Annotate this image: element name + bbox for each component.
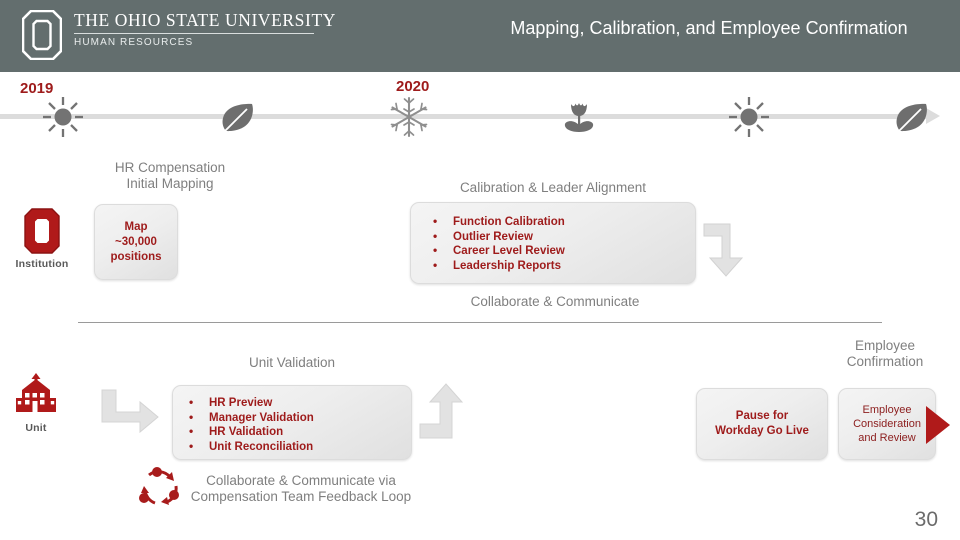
leaf-icon	[888, 94, 934, 140]
employee-confirmation-label: Employee Confirmation	[820, 338, 950, 370]
elbow-arrow-right-icon	[100, 388, 164, 443]
slide-header: THE OHIO STATE UNIVERSITY HUMAN RESOURCE…	[0, 0, 960, 72]
employee-review-text: Employee Consideration and Review	[853, 403, 921, 445]
department-name: HUMAN RESOURCES	[74, 37, 194, 48]
snowflake-icon	[386, 94, 432, 140]
feedback-loop-label-line1: Collaborate & Communicate via	[206, 473, 396, 488]
hr-compensation-label: HR Compensation Initial Mapping	[70, 160, 270, 192]
block-o-icon	[21, 9, 63, 61]
unit-entity: Unit	[2, 372, 70, 434]
list-item: Leadership Reports	[433, 258, 565, 274]
logo-text-block: THE OHIO STATE UNIVERSITY HUMAN RESOURCE…	[74, 10, 336, 48]
feedback-loop-label-line2: Compensation Team Feedback Loop	[190, 489, 412, 504]
tulip-icon	[556, 94, 602, 140]
list-item: Career Level Review	[433, 243, 565, 259]
logo-divider	[74, 33, 314, 34]
slide-canvas: THE OHIO STATE UNIVERSITY HUMAN RESOURCE…	[0, 0, 960, 540]
timeline-year-2020: 2020	[396, 78, 430, 95]
map-positions-box[interactable]: Map ~30,000 positions	[94, 204, 178, 280]
employee-box-line1: Employee	[862, 404, 912, 416]
pause-box-line1: Pause for	[735, 410, 789, 422]
employee-confirmation-label-line1: Employee	[854, 338, 916, 353]
employee-confirmation-label-line2: Confirmation	[846, 354, 924, 369]
leaf-icon	[214, 94, 260, 140]
page-number: 30	[914, 508, 938, 531]
feedback-loop-label: Collaborate & Communicate via Compensati…	[176, 473, 426, 505]
list-item: Function Calibration	[433, 214, 565, 230]
unit-validation-box[interactable]: HR Preview Manager Validation HR Validat…	[172, 385, 412, 460]
red-chevron-right-icon	[926, 404, 952, 451]
calibration-box[interactable]: Function Calibration Outlier Review Care…	[410, 202, 696, 284]
unit-validation-list: HR Preview Manager Validation HR Validat…	[189, 395, 314, 455]
calibration-list: Function Calibration Outlier Review Care…	[433, 214, 565, 274]
block-o-icon	[8, 208, 76, 256]
timeline-track	[0, 114, 930, 119]
list-item: Unit Reconciliation	[189, 439, 314, 455]
list-item: Outlier Review	[433, 229, 565, 245]
sun-icon	[40, 94, 86, 140]
page-title: Mapping, Calibration, and Employee Confi…	[510, 18, 908, 38]
list-item: HR Preview	[189, 395, 314, 411]
season-timeline: 2019 2020	[0, 72, 960, 150]
collaborate-communicate-label: Collaborate & Communicate	[470, 294, 640, 309]
institution-entity: Institution	[8, 208, 76, 270]
pause-workday-box[interactable]: Pause for Workday Go Live	[696, 388, 828, 460]
list-item: HR Validation	[189, 424, 314, 440]
list-item: Manager Validation	[189, 410, 314, 426]
institution-caption: Institution	[15, 258, 69, 270]
map-box-line3: positions	[110, 250, 162, 263]
pause-workday-text: Pause for Workday Go Live	[715, 409, 809, 439]
unit-validation-label: Unit Validation	[248, 355, 336, 370]
school-building-icon	[2, 372, 70, 420]
elbow-arrow-up-icon	[418, 380, 478, 447]
employee-box-line3: and Review	[858, 432, 916, 444]
map-box-line1: Map	[124, 220, 148, 233]
university-name: THE OHIO STATE UNIVERSITY	[74, 10, 336, 30]
employee-box-line2: Consideration	[853, 418, 921, 430]
elbow-arrow-down-icon	[700, 222, 752, 283]
pause-box-line2: Workday Go Live	[715, 425, 809, 437]
hr-compensation-label-line1: HR Compensation	[114, 160, 226, 175]
map-positions-text: Map ~30,000 positions	[110, 220, 161, 265]
calibration-label: Calibration & Leader Alignment	[459, 180, 647, 195]
osu-hr-logo: THE OHIO STATE UNIVERSITY HUMAN RESOURCE…	[21, 8, 336, 64]
map-box-line2: ~30,000	[115, 235, 157, 248]
unit-caption: Unit	[25, 422, 47, 434]
employee-review-box[interactable]: Employee Consideration and Review	[838, 388, 936, 460]
section-divider	[78, 322, 882, 323]
sun-icon	[726, 94, 772, 140]
hr-compensation-label-line2: Initial Mapping	[126, 176, 214, 191]
